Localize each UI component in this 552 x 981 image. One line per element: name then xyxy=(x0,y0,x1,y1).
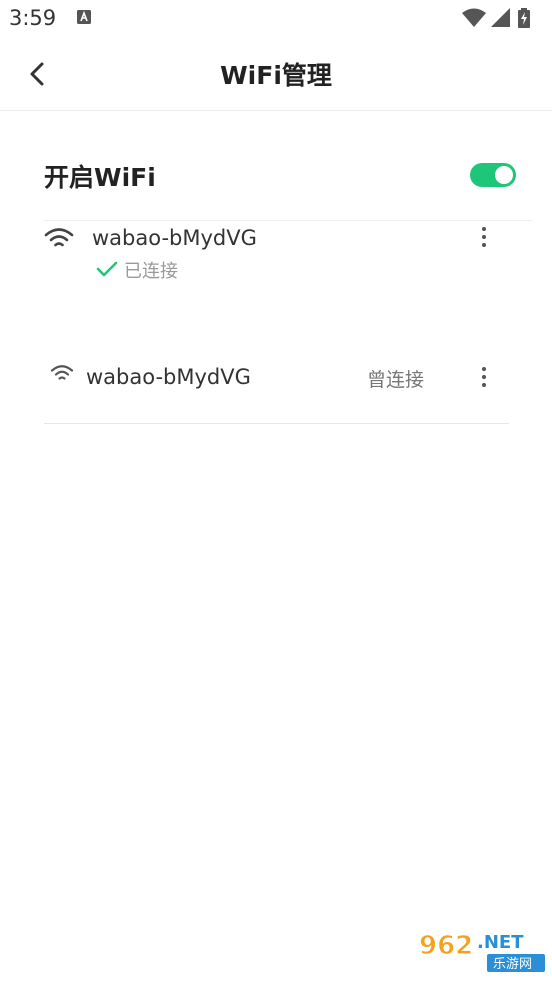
connection-status: 已连接 xyxy=(124,261,178,282)
wifi-icon xyxy=(44,228,74,247)
more-dot-icon xyxy=(482,235,486,239)
svg-text:962: 962 xyxy=(419,931,473,961)
check-icon xyxy=(96,261,118,277)
more-options-button[interactable] xyxy=(472,224,496,252)
battery-charging-icon xyxy=(518,8,530,28)
status-time: 3:59 xyxy=(9,6,57,30)
more-options-button[interactable] xyxy=(472,364,496,392)
wifi-toggle-switch[interactable] xyxy=(470,163,516,187)
status-icons xyxy=(462,8,542,28)
wifi-icon xyxy=(50,365,74,380)
app-header: WiFi管理 xyxy=(0,38,552,111)
divider xyxy=(44,423,509,424)
wifi-toggle-row: 开启WiFi xyxy=(44,150,516,200)
network-ssid: wabao-bMydVG xyxy=(92,226,257,250)
saved-status: 曾连接 xyxy=(366,369,424,391)
status-bar: 3:59 xyxy=(0,0,552,38)
wifi-signal-icon xyxy=(462,8,486,27)
a-icon xyxy=(77,10,91,24)
page-title: WiFi管理 xyxy=(220,61,332,90)
wifi-toggle-label: 开启WiFi xyxy=(44,163,156,192)
wifi-management-screen: 3:59 WiFi管理 开启WiFi wabao-bMydVG 已连接 waba… xyxy=(0,0,552,981)
toggle-knob xyxy=(495,166,513,184)
cell-signal-icon xyxy=(491,8,510,27)
more-dot-icon xyxy=(482,243,486,247)
network-item-connected[interactable]: wabao-bMydVG 已连接 xyxy=(44,224,512,294)
svg-text:乐游网: 乐游网 xyxy=(493,957,532,972)
watermark-logo: 962 .NET 乐游网 xyxy=(413,926,547,974)
more-dot-icon xyxy=(482,367,486,371)
network-item-saved[interactable]: wabao-bMydVG 曾连接 xyxy=(44,355,512,405)
more-dot-icon xyxy=(482,227,486,231)
divider xyxy=(44,220,532,221)
network-ssid: wabao-bMydVG xyxy=(86,365,251,389)
more-dot-icon xyxy=(482,383,486,387)
svg-text:.NET: .NET xyxy=(477,932,524,953)
more-dot-icon xyxy=(482,375,486,379)
